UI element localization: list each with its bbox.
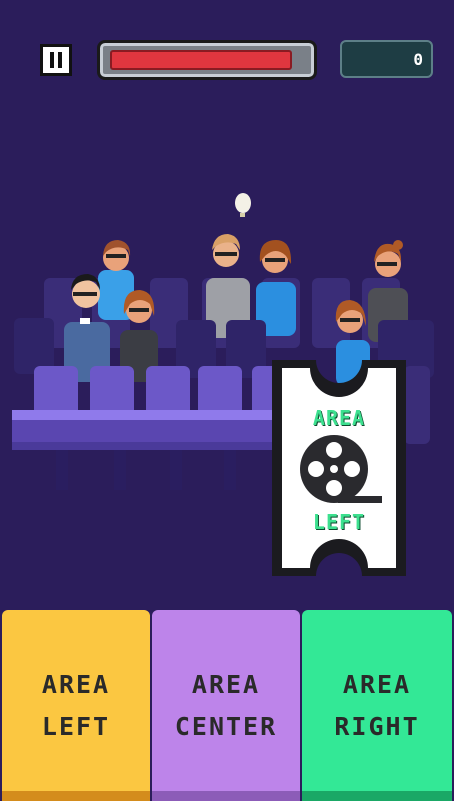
area-right-button[interactable]: AREA RIGHT: [302, 610, 452, 801]
area-right-line2: RIGHT: [334, 711, 420, 741]
area-left-line1: AREA: [41, 669, 111, 699]
area-center-line2: CENTER: [174, 711, 278, 741]
area-right-bottom-bar: [302, 791, 452, 801]
area-center-bottom-bar: [152, 791, 300, 801]
health-bar: [97, 40, 317, 80]
area-center-button[interactable]: AREA CENTER: [152, 610, 300, 801]
area-ticket-card: AREA LEFT: [272, 360, 406, 576]
area-center-line1: AREA: [191, 669, 261, 699]
area-left-bottom-bar: [2, 791, 150, 801]
pause-icon: [50, 52, 62, 68]
film-reel-icon: [300, 435, 382, 503]
ticket-line2: LEFT: [312, 510, 366, 534]
area-left-button[interactable]: AREA LEFT: [2, 610, 150, 801]
pause-button[interactable]: [40, 44, 72, 76]
ticket-line1: AREA: [312, 406, 366, 430]
area-left-line2: LEFT: [41, 711, 111, 741]
area-right-line1: AREA: [342, 669, 412, 699]
health-bar-fill: [110, 50, 292, 70]
score-display: 0: [340, 40, 433, 78]
popcorn-icon: [235, 193, 251, 217]
score-value: 0: [413, 49, 423, 69]
